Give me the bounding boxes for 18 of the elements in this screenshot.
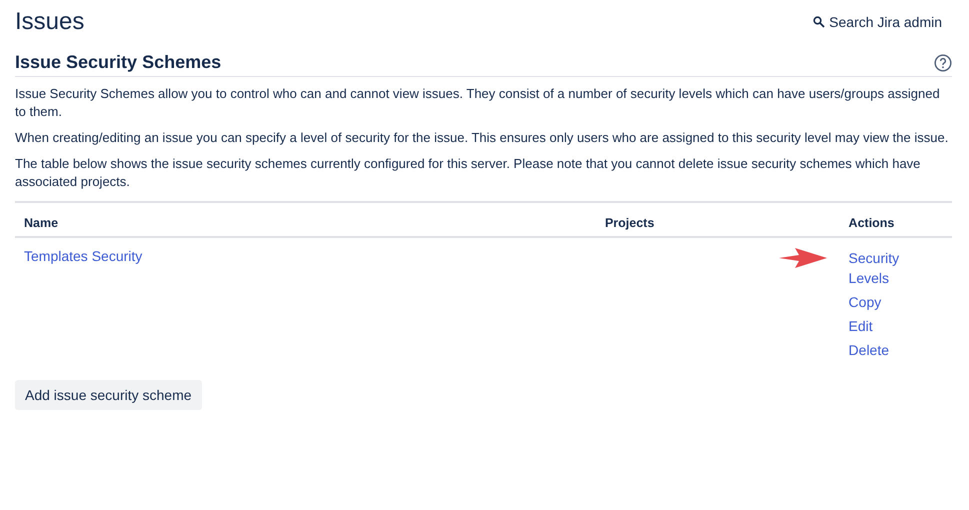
help-icon[interactable] bbox=[934, 54, 952, 72]
action-link[interactable]: Edit bbox=[848, 316, 909, 336]
column-header: Name bbox=[15, 202, 596, 237]
description-text: Issue Security Schemes allow you to control who can and cannot view issues. They consist of a number of security levels which can have users/groups assigned to them. bbox=[15, 85, 941, 121]
search-link[interactable]: Search Jira admin bbox=[813, 14, 942, 30]
add-scheme-button[interactable]: Add issue security scheme bbox=[15, 380, 202, 410]
action-link[interactable]: Security Levels bbox=[848, 248, 909, 288]
column-header: Actions bbox=[840, 202, 952, 237]
column-header: Projects bbox=[596, 202, 840, 237]
scheme-link[interactable]: Templates Security bbox=[24, 248, 142, 264]
pointer-arrow bbox=[778, 248, 827, 268]
section-title: Issue Security Schemes bbox=[15, 52, 222, 73]
description-text: When creating/editing an issue you can specify a level of security for the issue. This ensures only users who are assigned to this security level may view the issue. bbox=[15, 129, 950, 147]
action-link[interactable]: Delete bbox=[848, 340, 909, 360]
search-icon bbox=[813, 16, 826, 28]
page-title: Issues bbox=[15, 8, 84, 36]
action-link[interactable]: Copy bbox=[848, 292, 909, 312]
description-text: The table below shows the issue security schemes currently configured for this server. Please note that you cannot delete issue security schemes which have associated projects. bbox=[15, 155, 922, 191]
